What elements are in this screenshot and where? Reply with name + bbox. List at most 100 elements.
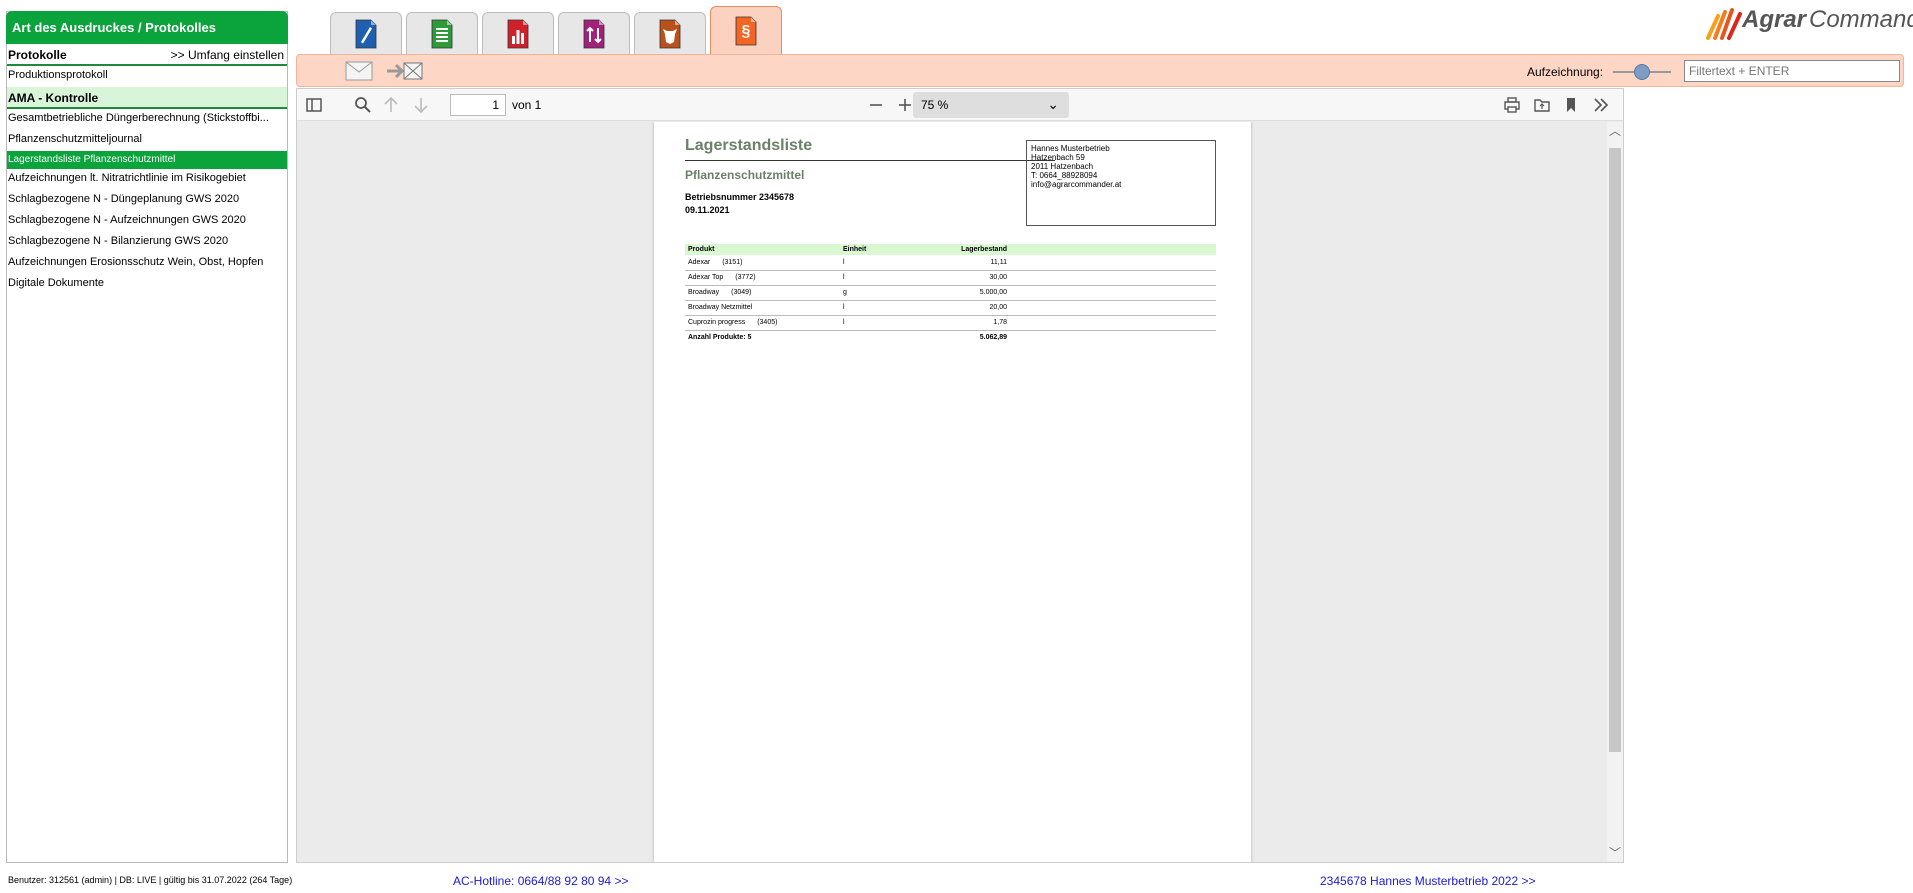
scroll-down-icon[interactable]: ﹀: [1607, 846, 1623, 860]
tab-cow[interactable]: [634, 12, 706, 54]
tab-list[interactable]: [406, 12, 478, 54]
document-subtitle: Pflanzenschutzmittel: [685, 168, 805, 182]
cell-unit: g: [840, 285, 920, 301]
list-doc-icon: [431, 19, 453, 48]
zoom-out-icon[interactable]: [867, 96, 885, 114]
tab-pencil[interactable]: [330, 12, 402, 54]
app-window: Art des Ausdruckes / Protokolles Protoko…: [0, 0, 1913, 893]
section-protokolle-label: Protokolle: [8, 48, 67, 62]
pdf-viewer: von 1 75 % ⌄: [296, 88, 1624, 863]
cow-doc-icon: [659, 19, 681, 48]
chevron-down-icon: ⌄: [1047, 96, 1059, 112]
list-item[interactable]: Lagerstandsliste Pflanzenschutzmittel: [7, 151, 287, 169]
list-item[interactable]: Pflanzenschutzmitteljournal: [7, 130, 287, 151]
total-spacer-end: [1010, 330, 1216, 345]
cell-spacer: [1010, 300, 1216, 316]
address-line: info@agrarcommander.at: [1031, 180, 1122, 189]
cell-unit: l: [840, 315, 920, 331]
sidebar-toggle-icon[interactable]: [305, 96, 323, 114]
filter-input[interactable]: [1684, 60, 1900, 82]
scrollbar-thumb[interactable]: [1609, 148, 1621, 752]
product-code: (3405): [757, 319, 778, 326]
cell-stock: 11,11: [920, 255, 1010, 271]
action-toolbar: Aufzeichnung:: [296, 54, 1904, 87]
cell-product: Broadway (3049): [685, 285, 840, 301]
total-spacer: [840, 330, 920, 345]
column-header-einheit: Einheit: [840, 244, 920, 255]
product-code: (3151): [722, 258, 743, 266]
company-link[interactable]: 2345678 Hannes Musterbetrieb 2022 >>: [1320, 874, 1536, 888]
cell-spacer: [1010, 285, 1216, 301]
section-protokolle: Protokolle >> Umfang einstellen: [7, 44, 287, 66]
recording-label: Aufzeichnung:: [1527, 65, 1604, 79]
column-header-lagerbestand: Lagerbestand: [920, 244, 1010, 255]
more-tools-icon[interactable]: [1592, 96, 1610, 114]
product-name: Adexar Top: [688, 274, 724, 281]
tab-transfer[interactable]: [558, 12, 630, 54]
section-ama-label: AMA - Kontrolle: [8, 91, 99, 105]
mail-icon[interactable]: [345, 61, 373, 81]
list-item[interactable]: Aufzeichnungen lt. Nitratrichtlinie im R…: [7, 169, 287, 190]
list-item[interactable]: Schlagbezogene N - Bilanzierung GWS 2020: [7, 232, 287, 253]
umfang-einstellen-link[interactable]: >> Umfang einstellen: [171, 48, 287, 64]
cell-stock: 30,00: [920, 270, 1010, 286]
previous-page-icon[interactable]: [382, 96, 400, 114]
cell-spacer: [1010, 255, 1216, 271]
cell-stock: 20,00: [920, 300, 1010, 316]
address-line: Hatzenbach 59: [1031, 153, 1085, 162]
table-row: Cuprozin progress (3405) l 1,78: [685, 315, 1216, 331]
product-code: (3049): [731, 289, 752, 296]
zoom-value: 75 %: [921, 98, 949, 112]
total-value: 5.062,89: [979, 334, 1007, 342]
left-panel-title: Art des Ausdruckes / Protokolles: [6, 11, 288, 44]
document-date: 09.11.2021: [685, 205, 730, 215]
open-file-icon[interactable]: [1533, 96, 1551, 114]
vertical-scrollbar[interactable]: ︿ ﹀: [1607, 122, 1623, 862]
list-item[interactable]: Gesamtbetriebliche Düngerberechnung (Sti…: [7, 109, 287, 130]
product-name: Broadway: [688, 289, 720, 296]
section-ama-kontrolle: AMA - Kontrolle: [7, 87, 287, 109]
search-icon[interactable]: [354, 96, 372, 114]
cell-unit: l: [840, 270, 920, 286]
list-item[interactable]: Schlagbezogene N - Düngeplanung GWS 2020: [7, 190, 287, 211]
footer-user-info: Benutzer: 312561 (admin) | DB: LIVE | gü…: [8, 875, 293, 885]
mail-forward-icon[interactable]: [386, 60, 424, 82]
zoom-in-icon[interactable]: [896, 96, 914, 114]
list-item[interactable]: Schlagbezogene N - Aufzeichnungen GWS 20…: [7, 211, 287, 232]
tab-paragraph[interactable]: §: [710, 6, 782, 54]
list-item[interactable]: Aufzeichnungen Erosionsschutz Wein, Obst…: [7, 253, 287, 274]
list-item-produktionsprotokoll[interactable]: Produktionsprotokoll: [7, 66, 287, 87]
product-name: Cuprozin progress: [688, 319, 746, 326]
scroll-up-icon[interactable]: ︿: [1607, 124, 1623, 138]
address-box: Hannes Musterbetrieb Hatzenbach 59 2011 …: [1026, 140, 1216, 226]
table-row: Broadway (3049) g 5.000,00: [685, 285, 1216, 301]
table-row: Adexar (3151) l 11,11: [685, 255, 1216, 271]
list-item[interactable]: Digitale Dokumente: [7, 274, 287, 295]
next-page-icon[interactable]: [412, 96, 430, 114]
cell-product: Adexar Top (3772): [685, 270, 840, 286]
pdf-page: Lagerstandsliste Pflanzenschutzmittel Be…: [654, 122, 1251, 862]
zoom-select[interactable]: 75 % ⌄: [913, 92, 1069, 118]
print-icon[interactable]: [1503, 96, 1521, 114]
product-code: (3772): [735, 274, 756, 281]
address-line: Hannes Musterbetrieb: [1031, 144, 1110, 153]
bookmark-icon[interactable]: [1562, 96, 1580, 114]
pdf-page-area[interactable]: Lagerstandsliste Pflanzenschutzmittel Be…: [297, 122, 1607, 862]
agrar-commander-logo: Agrar Commander: [1704, 0, 1913, 42]
column-header-spacer: [1010, 244, 1216, 255]
recording-slider[interactable]: [1613, 64, 1671, 80]
hotline-link[interactable]: AC-Hotline: 0664/88 92 80 94 >>: [453, 874, 628, 888]
cell-product: Adexar (3151): [685, 255, 840, 271]
table-header-row: Produkt Einheit Lagerbestand: [685, 244, 1216, 255]
slider-thumb[interactable]: [1634, 64, 1650, 80]
page-count: von 1: [512, 98, 542, 112]
tab-chart[interactable]: [482, 12, 554, 54]
cell-product: Broadway Netzmittel: [685, 300, 840, 316]
page-number-input[interactable]: [450, 94, 506, 116]
logo-word-agrar: Agrar: [1742, 6, 1807, 33]
address-line: 2011 Hatzenbach: [1031, 162, 1094, 171]
left-panel: Art des Ausdruckes / Protokolles Protoko…: [6, 11, 288, 863]
logo-word-commander: Commander: [1809, 6, 1913, 33]
total-label: Anzahl Produkte: 5: [688, 334, 752, 342]
cell-stock: 5.000,00: [920, 285, 1010, 301]
